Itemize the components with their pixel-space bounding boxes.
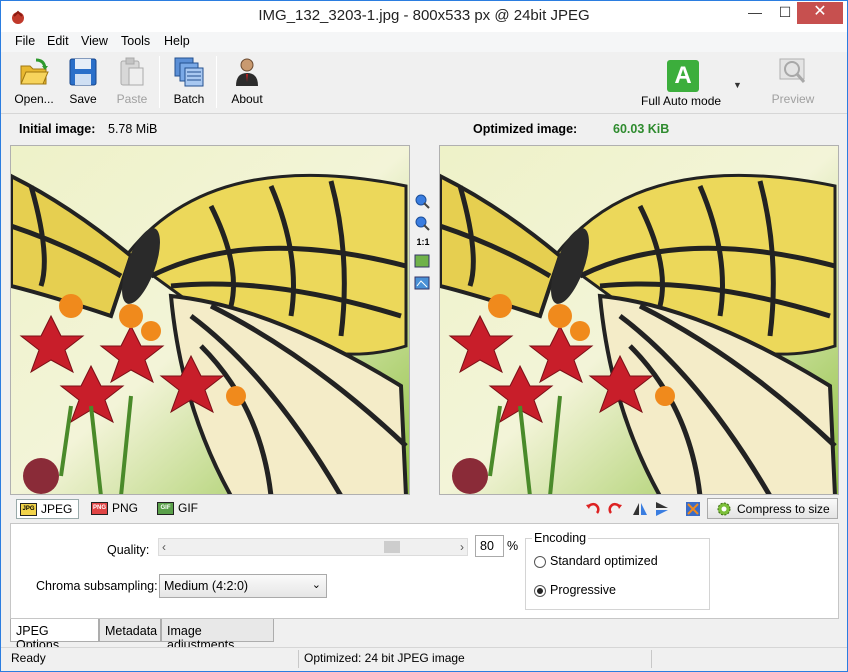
tab-gif-label: GIF — [178, 501, 198, 515]
quality-slider[interactable]: ‹ › — [158, 538, 468, 556]
quality-slider-thumb[interactable] — [384, 541, 401, 553]
fit-to-window-icon[interactable] — [414, 253, 430, 269]
preview-button[interactable]: Preview — [767, 56, 819, 110]
save-button[interactable]: Save — [65, 56, 101, 110]
tab-gif[interactable]: GIF GIF — [154, 499, 204, 519]
menu-help[interactable]: Help — [164, 34, 190, 48]
tab-image-adjustments[interactable]: Image adjustments — [161, 619, 274, 652]
menu-bar: File Edit View Tools Help — [1, 32, 847, 52]
folder-open-icon — [20, 58, 49, 85]
optimized-image-size: 60.03 KiB — [613, 122, 670, 136]
status-ready: Ready — [11, 651, 46, 665]
menu-edit[interactable]: Edit — [47, 34, 69, 48]
preview-label: Preview — [771, 92, 815, 106]
butterfly-photo-original — [11, 146, 409, 494]
title-bar: IMG_132_3203-1.jpg - 800x533 px @ 24bit … — [1, 1, 847, 32]
rotate-left-icon[interactable] — [585, 501, 601, 517]
standard-optimized-radio[interactable] — [534, 556, 546, 568]
clipboard-icon — [120, 57, 144, 86]
maximize-button[interactable]: ☐ — [771, 2, 799, 24]
tab-metadata[interactable]: Metadata — [99, 619, 161, 642]
toolbar: Open... Save Paste Batch About A Full Au… — [1, 52, 847, 114]
open-label: Open... — [14, 92, 54, 106]
zoom-controls: 1:1 — [414, 193, 432, 297]
flip-horizontal-icon[interactable] — [632, 501, 648, 517]
quality-label: Quality: — [107, 543, 150, 557]
person-icon — [236, 58, 258, 86]
batch-images-icon — [174, 57, 204, 87]
zoom-out-icon[interactable] — [414, 215, 430, 231]
chroma-subsampling-value: Medium (4:2:0) — [164, 579, 249, 593]
app-window: IMG_132_3203-1.jpg - 800x533 px @ 24bit … — [0, 0, 848, 672]
tab-jpeg[interactable]: JPG JPEG — [16, 499, 80, 519]
zoom-in-icon[interactable] — [414, 193, 430, 209]
auto-mode-icon[interactable]: A — [667, 60, 699, 92]
jpeg-options-panel: Quality: ‹ › 80 % Chroma subsampling: Me… — [10, 523, 839, 619]
optimized-image-view[interactable] — [439, 145, 839, 495]
status-optimized-info: Optimized: 24 bit JPEG image — [304, 651, 465, 665]
quality-input[interactable]: 80 — [475, 535, 504, 557]
magnifier-preview-icon — [779, 58, 806, 83]
minimize-button[interactable]: — — [741, 2, 769, 24]
menu-file[interactable]: File — [15, 34, 35, 48]
menu-tools[interactable]: Tools — [121, 34, 150, 48]
menu-view[interactable]: View — [81, 34, 108, 48]
initial-image-label: Initial image: — [19, 122, 96, 136]
status-divider — [298, 650, 299, 668]
compress-gear-icon — [717, 502, 731, 516]
flip-vertical-icon[interactable] — [654, 501, 670, 517]
chroma-subsampling-select[interactable]: Medium (4:2:0) ⌄ — [159, 574, 327, 598]
mode-dropdown-arrow-icon[interactable]: ▼ — [733, 80, 742, 90]
save-label: Save — [69, 92, 97, 106]
format-tab-strip: JPG JPEG PNG PNG GIF GIF Compress to siz… — [10, 497, 839, 521]
compress-to-size-button[interactable]: Compress to size — [707, 498, 838, 519]
status-bar: Ready Optimized: 24 bit JPEG image — [1, 647, 847, 671]
standard-optimized-label[interactable]: Standard optimized — [550, 554, 658, 568]
crop-resize-icon[interactable] — [685, 501, 701, 517]
paste-label: Paste — [116, 92, 148, 106]
size-info-row: Initial image: 5.78 MiB Optimized image:… — [1, 115, 847, 143]
chroma-subsampling-label: Chroma subsampling: — [36, 579, 158, 593]
mode-label[interactable]: Full Auto mode — [641, 94, 721, 108]
about-button[interactable]: About — [227, 56, 267, 110]
rotate-right-icon[interactable] — [607, 501, 623, 517]
tab-jpeg-label: JPEG — [41, 502, 73, 516]
tab-jpeg-options[interactable]: JPEG Options — [10, 619, 99, 652]
batch-label: Batch — [173, 92, 205, 106]
status-divider — [651, 650, 652, 668]
toolbar-separator — [159, 56, 160, 108]
window-title: IMG_132_3203-1.jpg - 800x533 px @ 24bit … — [258, 7, 590, 24]
chevron-down-icon: ⌄ — [311, 579, 321, 591]
encoding-group: Encoding Standard optimized Progressive — [525, 531, 710, 610]
jpeg-format-icon: JPG — [20, 503, 37, 516]
paste-button[interactable]: Paste — [113, 56, 151, 110]
toolbar-separator — [216, 56, 217, 108]
butterfly-photo-optimized — [440, 146, 838, 494]
progressive-radio[interactable] — [534, 585, 546, 597]
options-tab-strip: JPEG Options Metadata Image adjustments — [10, 619, 839, 652]
about-label: About — [231, 92, 263, 106]
progressive-label[interactable]: Progressive — [550, 583, 616, 597]
initial-image-view[interactable] — [10, 145, 410, 495]
png-format-icon: PNG — [91, 502, 108, 515]
encoding-group-title: Encoding — [532, 531, 589, 545]
open-button[interactable]: Open... — [11, 56, 57, 110]
tab-png[interactable]: PNG PNG — [88, 499, 144, 519]
tab-png-label: PNG — [112, 501, 139, 515]
close-button[interactable]: ✕ — [797, 2, 843, 24]
batch-button[interactable]: Batch — [169, 56, 209, 110]
floppy-disk-icon — [69, 58, 97, 86]
sync-view-icon[interactable] — [414, 275, 430, 291]
gif-format-icon: GIF — [157, 502, 174, 515]
slider-right-arrow-icon[interactable]: › — [460, 540, 464, 554]
initial-image-size: 5.78 MiB — [108, 122, 158, 136]
quality-percent-sign: % — [507, 539, 519, 553]
slider-left-arrow-icon[interactable]: ‹ — [162, 540, 166, 554]
zoom-actual-size[interactable]: 1:1 — [414, 237, 432, 247]
compress-to-size-label: Compress to size — [737, 502, 830, 516]
optimized-image-label: Optimized image: — [473, 122, 578, 136]
